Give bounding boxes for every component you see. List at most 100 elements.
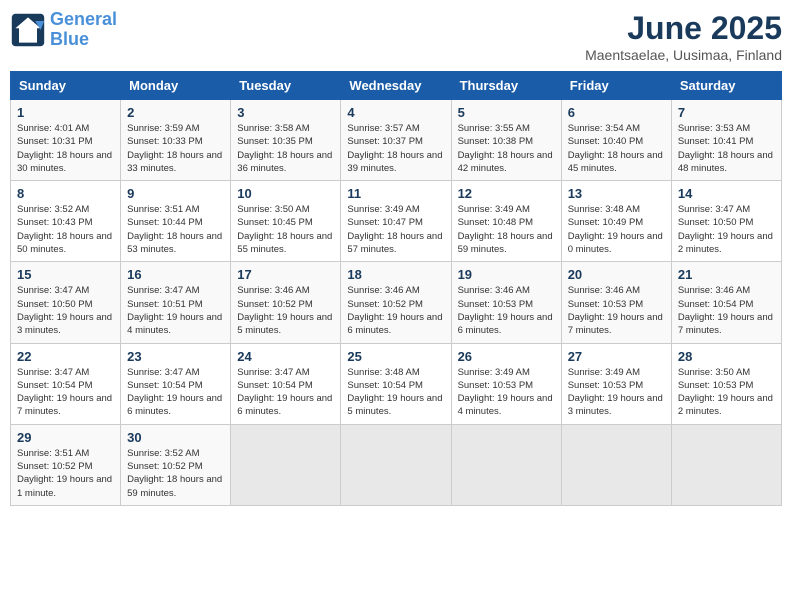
calendar-week-2: 8 Sunrise: 3:52 AMSunset: 10:43 PMDaylig… [11, 181, 782, 262]
col-sunday: Sunday [11, 72, 121, 100]
calendar-cell [561, 424, 671, 505]
calendar-cell: 4 Sunrise: 3:57 AMSunset: 10:37 PMDaylig… [341, 100, 451, 181]
logo: General Blue [10, 10, 117, 50]
day-info: Sunrise: 3:50 AMSunset: 10:45 PMDaylight… [237, 203, 334, 256]
calendar-cell: 17 Sunrise: 3:46 AMSunset: 10:52 PMDayli… [231, 262, 341, 343]
day-info: Sunrise: 3:54 AMSunset: 10:40 PMDaylight… [568, 122, 665, 175]
day-info: Sunrise: 3:51 AMSunset: 10:44 PMDaylight… [127, 203, 224, 256]
calendar-cell: 2 Sunrise: 3:59 AMSunset: 10:33 PMDaylig… [121, 100, 231, 181]
day-info: Sunrise: 3:58 AMSunset: 10:35 PMDaylight… [237, 122, 334, 175]
day-info: Sunrise: 3:46 AMSunset: 10:53 PMDaylight… [568, 284, 665, 337]
subtitle: Maentsaelae, Uusimaa, Finland [585, 47, 782, 63]
calendar-header: Sunday Monday Tuesday Wednesday Thursday… [11, 72, 782, 100]
day-number: 8 [17, 186, 114, 201]
day-number: 1 [17, 105, 114, 120]
day-number: 11 [347, 186, 444, 201]
day-number: 9 [127, 186, 224, 201]
day-info: Sunrise: 3:52 AMSunset: 10:43 PMDaylight… [17, 203, 114, 256]
day-number: 17 [237, 267, 334, 282]
calendar-cell [451, 424, 561, 505]
calendar-cell: 6 Sunrise: 3:54 AMSunset: 10:40 PMDaylig… [561, 100, 671, 181]
day-info: Sunrise: 3:52 AMSunset: 10:52 PMDaylight… [127, 447, 224, 500]
main-title: June 2025 [585, 10, 782, 47]
calendar-cell: 28 Sunrise: 3:50 AMSunset: 10:53 PMDayli… [671, 343, 781, 424]
day-info: Sunrise: 3:46 AMSunset: 10:53 PMDaylight… [458, 284, 555, 337]
day-info: Sunrise: 3:51 AMSunset: 10:52 PMDaylight… [17, 447, 114, 500]
calendar-cell: 12 Sunrise: 3:49 AMSunset: 10:48 PMDayli… [451, 181, 561, 262]
logo-text: General Blue [50, 10, 117, 50]
calendar-cell: 30 Sunrise: 3:52 AMSunset: 10:52 PMDayli… [121, 424, 231, 505]
day-number: 29 [17, 430, 114, 445]
day-number: 13 [568, 186, 665, 201]
day-info: Sunrise: 3:46 AMSunset: 10:54 PMDaylight… [678, 284, 775, 337]
day-info: Sunrise: 3:47 AMSunset: 10:50 PMDaylight… [17, 284, 114, 337]
day-info: Sunrise: 3:47 AMSunset: 10:54 PMDaylight… [17, 366, 114, 419]
day-info: Sunrise: 3:53 AMSunset: 10:41 PMDaylight… [678, 122, 775, 175]
calendar-cell: 27 Sunrise: 3:49 AMSunset: 10:53 PMDayli… [561, 343, 671, 424]
calendar-cell: 19 Sunrise: 3:46 AMSunset: 10:53 PMDayli… [451, 262, 561, 343]
calendar-cell: 24 Sunrise: 3:47 AMSunset: 10:54 PMDayli… [231, 343, 341, 424]
day-info: Sunrise: 3:48 AMSunset: 10:54 PMDaylight… [347, 366, 444, 419]
day-info: Sunrise: 3:49 AMSunset: 10:53 PMDaylight… [568, 366, 665, 419]
day-info: Sunrise: 3:46 AMSunset: 10:52 PMDaylight… [347, 284, 444, 337]
day-info: Sunrise: 3:49 AMSunset: 10:47 PMDaylight… [347, 203, 444, 256]
day-info: Sunrise: 3:46 AMSunset: 10:52 PMDaylight… [237, 284, 334, 337]
calendar-week-3: 15 Sunrise: 3:47 AMSunset: 10:50 PMDayli… [11, 262, 782, 343]
calendar-cell: 3 Sunrise: 3:58 AMSunset: 10:35 PMDaylig… [231, 100, 341, 181]
col-thursday: Thursday [451, 72, 561, 100]
calendar-cell [231, 424, 341, 505]
day-number: 27 [568, 349, 665, 364]
day-number: 16 [127, 267, 224, 282]
day-number: 5 [458, 105, 555, 120]
day-number: 20 [568, 267, 665, 282]
calendar-cell: 25 Sunrise: 3:48 AMSunset: 10:54 PMDayli… [341, 343, 451, 424]
calendar-week-5: 29 Sunrise: 3:51 AMSunset: 10:52 PMDayli… [11, 424, 782, 505]
calendar-cell: 13 Sunrise: 3:48 AMSunset: 10:49 PMDayli… [561, 181, 671, 262]
header: General Blue June 2025 Maentsaelae, Uusi… [10, 10, 782, 63]
day-number: 3 [237, 105, 334, 120]
col-wednesday: Wednesday [341, 72, 451, 100]
calendar-cell: 23 Sunrise: 3:47 AMSunset: 10:54 PMDayli… [121, 343, 231, 424]
calendar-cell: 9 Sunrise: 3:51 AMSunset: 10:44 PMDaylig… [121, 181, 231, 262]
day-number: 14 [678, 186, 775, 201]
day-info: Sunrise: 3:47 AMSunset: 10:54 PMDaylight… [237, 366, 334, 419]
col-monday: Monday [121, 72, 231, 100]
day-info: Sunrise: 3:49 AMSunset: 10:53 PMDaylight… [458, 366, 555, 419]
day-number: 15 [17, 267, 114, 282]
calendar-week-4: 22 Sunrise: 3:47 AMSunset: 10:54 PMDayli… [11, 343, 782, 424]
calendar-cell: 10 Sunrise: 3:50 AMSunset: 10:45 PMDayli… [231, 181, 341, 262]
calendar-cell: 8 Sunrise: 3:52 AMSunset: 10:43 PMDaylig… [11, 181, 121, 262]
day-number: 24 [237, 349, 334, 364]
calendar-cell: 16 Sunrise: 3:47 AMSunset: 10:51 PMDayli… [121, 262, 231, 343]
calendar-cell: 22 Sunrise: 3:47 AMSunset: 10:54 PMDayli… [11, 343, 121, 424]
calendar-body: 1 Sunrise: 4:01 AMSunset: 10:31 PMDaylig… [11, 100, 782, 506]
day-number: 6 [568, 105, 665, 120]
calendar-cell: 7 Sunrise: 3:53 AMSunset: 10:41 PMDaylig… [671, 100, 781, 181]
day-info: Sunrise: 3:59 AMSunset: 10:33 PMDaylight… [127, 122, 224, 175]
day-number: 22 [17, 349, 114, 364]
logo-line2: Blue [50, 29, 89, 49]
calendar-cell: 21 Sunrise: 3:46 AMSunset: 10:54 PMDayli… [671, 262, 781, 343]
col-friday: Friday [561, 72, 671, 100]
day-info: Sunrise: 3:49 AMSunset: 10:48 PMDaylight… [458, 203, 555, 256]
calendar-cell: 26 Sunrise: 3:49 AMSunset: 10:53 PMDayli… [451, 343, 561, 424]
col-tuesday: Tuesday [231, 72, 341, 100]
day-info: Sunrise: 3:57 AMSunset: 10:37 PMDaylight… [347, 122, 444, 175]
logo-icon [10, 12, 46, 48]
calendar-week-1: 1 Sunrise: 4:01 AMSunset: 10:31 PMDaylig… [11, 100, 782, 181]
day-number: 25 [347, 349, 444, 364]
calendar-cell: 1 Sunrise: 4:01 AMSunset: 10:31 PMDaylig… [11, 100, 121, 181]
calendar: Sunday Monday Tuesday Wednesday Thursday… [10, 71, 782, 506]
day-info: Sunrise: 3:47 AMSunset: 10:50 PMDaylight… [678, 203, 775, 256]
day-info: Sunrise: 3:50 AMSunset: 10:53 PMDaylight… [678, 366, 775, 419]
calendar-cell: 20 Sunrise: 3:46 AMSunset: 10:53 PMDayli… [561, 262, 671, 343]
day-number: 18 [347, 267, 444, 282]
calendar-cell: 18 Sunrise: 3:46 AMSunset: 10:52 PMDayli… [341, 262, 451, 343]
calendar-cell: 15 Sunrise: 3:47 AMSunset: 10:50 PMDayli… [11, 262, 121, 343]
calendar-cell [341, 424, 451, 505]
day-number: 4 [347, 105, 444, 120]
calendar-cell: 29 Sunrise: 3:51 AMSunset: 10:52 PMDayli… [11, 424, 121, 505]
day-info: Sunrise: 3:47 AMSunset: 10:54 PMDaylight… [127, 366, 224, 419]
day-number: 21 [678, 267, 775, 282]
day-number: 7 [678, 105, 775, 120]
